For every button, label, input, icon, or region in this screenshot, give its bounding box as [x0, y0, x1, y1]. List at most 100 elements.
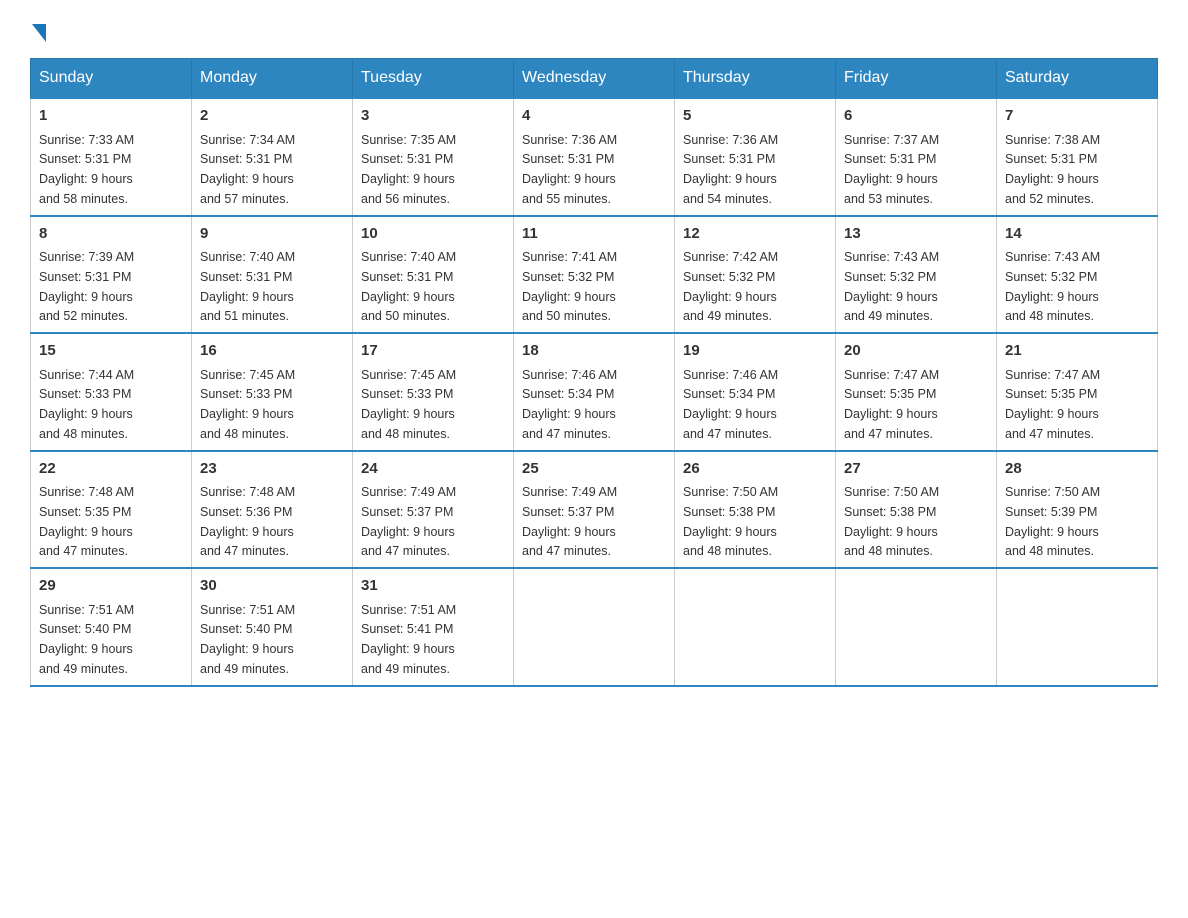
sunset-info: Sunset: 5:32 PM [844, 270, 936, 284]
daylight-info: Daylight: 9 hours [200, 172, 294, 186]
header-row: SundayMondayTuesdayWednesdayThursdayFrid… [31, 59, 1158, 99]
calendar-cell: 29 Sunrise: 7:51 AM Sunset: 5:40 PM Dayl… [31, 568, 192, 686]
calendar-cell [997, 568, 1158, 686]
day-number: 28 [1005, 458, 1149, 481]
sunrise-info: Sunrise: 7:51 AM [200, 603, 295, 617]
day-number: 10 [361, 223, 505, 246]
sunrise-info: Sunrise: 7:45 AM [200, 368, 295, 382]
daylight-minutes-info: and 50 minutes. [522, 309, 611, 323]
sunset-info: Sunset: 5:36 PM [200, 505, 292, 519]
daylight-minutes-info: and 47 minutes. [522, 544, 611, 558]
day-number: 18 [522, 340, 666, 363]
sunset-info: Sunset: 5:37 PM [361, 505, 453, 519]
calendar-cell: 25 Sunrise: 7:49 AM Sunset: 5:37 PM Dayl… [514, 451, 675, 569]
daylight-info: Daylight: 9 hours [1005, 172, 1099, 186]
daylight-minutes-info: and 48 minutes. [39, 427, 128, 441]
day-number: 30 [200, 575, 344, 598]
sunrise-info: Sunrise: 7:49 AM [361, 485, 456, 499]
day-number: 20 [844, 340, 988, 363]
day-number: 12 [683, 223, 827, 246]
daylight-minutes-info: and 47 minutes. [683, 427, 772, 441]
calendar-cell: 7 Sunrise: 7:38 AM Sunset: 5:31 PM Dayli… [997, 98, 1158, 216]
calendar-cell: 3 Sunrise: 7:35 AM Sunset: 5:31 PM Dayli… [353, 98, 514, 216]
sunrise-info: Sunrise: 7:39 AM [39, 250, 134, 264]
calendar-cell: 11 Sunrise: 7:41 AM Sunset: 5:32 PM Dayl… [514, 216, 675, 334]
daylight-info: Daylight: 9 hours [39, 290, 133, 304]
daylight-info: Daylight: 9 hours [361, 525, 455, 539]
daylight-info: Daylight: 9 hours [683, 172, 777, 186]
daylight-info: Daylight: 9 hours [844, 172, 938, 186]
day-number: 17 [361, 340, 505, 363]
day-number: 6 [844, 105, 988, 128]
day-number: 19 [683, 340, 827, 363]
daylight-minutes-info: and 49 minutes. [200, 662, 289, 676]
daylight-minutes-info: and 47 minutes. [361, 544, 450, 558]
day-number: 27 [844, 458, 988, 481]
day-number: 29 [39, 575, 183, 598]
sunset-info: Sunset: 5:31 PM [39, 270, 131, 284]
day-number: 21 [1005, 340, 1149, 363]
sunset-info: Sunset: 5:33 PM [39, 387, 131, 401]
daylight-info: Daylight: 9 hours [39, 407, 133, 421]
calendar-cell: 17 Sunrise: 7:45 AM Sunset: 5:33 PM Dayl… [353, 333, 514, 451]
calendar-cell: 13 Sunrise: 7:43 AM Sunset: 5:32 PM Dayl… [836, 216, 997, 334]
sunset-info: Sunset: 5:31 PM [200, 152, 292, 166]
sunrise-info: Sunrise: 7:44 AM [39, 368, 134, 382]
calendar-cell: 1 Sunrise: 7:33 AM Sunset: 5:31 PM Dayli… [31, 98, 192, 216]
daylight-minutes-info: and 48 minutes. [1005, 309, 1094, 323]
sunset-info: Sunset: 5:33 PM [361, 387, 453, 401]
calendar-cell: 12 Sunrise: 7:42 AM Sunset: 5:32 PM Dayl… [675, 216, 836, 334]
daylight-info: Daylight: 9 hours [844, 407, 938, 421]
daylight-info: Daylight: 9 hours [522, 172, 616, 186]
sunrise-info: Sunrise: 7:43 AM [1005, 250, 1100, 264]
sunset-info: Sunset: 5:31 PM [200, 270, 292, 284]
daylight-minutes-info: and 49 minutes. [361, 662, 450, 676]
page-header [30, 20, 1158, 38]
header-day-friday: Friday [836, 59, 997, 99]
calendar-cell [836, 568, 997, 686]
daylight-minutes-info: and 49 minutes. [844, 309, 933, 323]
sunset-info: Sunset: 5:34 PM [683, 387, 775, 401]
sunrise-info: Sunrise: 7:50 AM [683, 485, 778, 499]
calendar-cell: 18 Sunrise: 7:46 AM Sunset: 5:34 PM Dayl… [514, 333, 675, 451]
day-number: 24 [361, 458, 505, 481]
daylight-minutes-info: and 49 minutes. [39, 662, 128, 676]
daylight-minutes-info: and 54 minutes. [683, 192, 772, 206]
daylight-minutes-info: and 50 minutes. [361, 309, 450, 323]
day-number: 25 [522, 458, 666, 481]
sunset-info: Sunset: 5:35 PM [844, 387, 936, 401]
calendar-cell: 16 Sunrise: 7:45 AM Sunset: 5:33 PM Dayl… [192, 333, 353, 451]
sunset-info: Sunset: 5:34 PM [522, 387, 614, 401]
sunrise-info: Sunrise: 7:42 AM [683, 250, 778, 264]
daylight-info: Daylight: 9 hours [200, 642, 294, 656]
sunset-info: Sunset: 5:31 PM [39, 152, 131, 166]
daylight-info: Daylight: 9 hours [844, 290, 938, 304]
sunset-info: Sunset: 5:31 PM [522, 152, 614, 166]
daylight-minutes-info: and 47 minutes. [522, 427, 611, 441]
sunrise-info: Sunrise: 7:33 AM [39, 133, 134, 147]
sunrise-info: Sunrise: 7:48 AM [200, 485, 295, 499]
day-number: 11 [522, 223, 666, 246]
logo [30, 20, 46, 38]
sunrise-info: Sunrise: 7:51 AM [361, 603, 456, 617]
sunset-info: Sunset: 5:31 PM [683, 152, 775, 166]
sunrise-info: Sunrise: 7:51 AM [39, 603, 134, 617]
week-row-4: 22 Sunrise: 7:48 AM Sunset: 5:35 PM Dayl… [31, 451, 1158, 569]
daylight-minutes-info: and 47 minutes. [39, 544, 128, 558]
daylight-info: Daylight: 9 hours [361, 407, 455, 421]
week-row-1: 1 Sunrise: 7:33 AM Sunset: 5:31 PM Dayli… [31, 98, 1158, 216]
sunrise-info: Sunrise: 7:50 AM [844, 485, 939, 499]
daylight-info: Daylight: 9 hours [361, 642, 455, 656]
sunset-info: Sunset: 5:41 PM [361, 622, 453, 636]
daylight-minutes-info: and 47 minutes. [200, 544, 289, 558]
day-number: 14 [1005, 223, 1149, 246]
sunset-info: Sunset: 5:33 PM [200, 387, 292, 401]
calendar-cell: 31 Sunrise: 7:51 AM Sunset: 5:41 PM Dayl… [353, 568, 514, 686]
daylight-info: Daylight: 9 hours [1005, 525, 1099, 539]
daylight-minutes-info: and 52 minutes. [1005, 192, 1094, 206]
sunrise-info: Sunrise: 7:36 AM [683, 133, 778, 147]
day-number: 22 [39, 458, 183, 481]
daylight-minutes-info: and 48 minutes. [1005, 544, 1094, 558]
daylight-info: Daylight: 9 hours [39, 642, 133, 656]
sunset-info: Sunset: 5:32 PM [522, 270, 614, 284]
